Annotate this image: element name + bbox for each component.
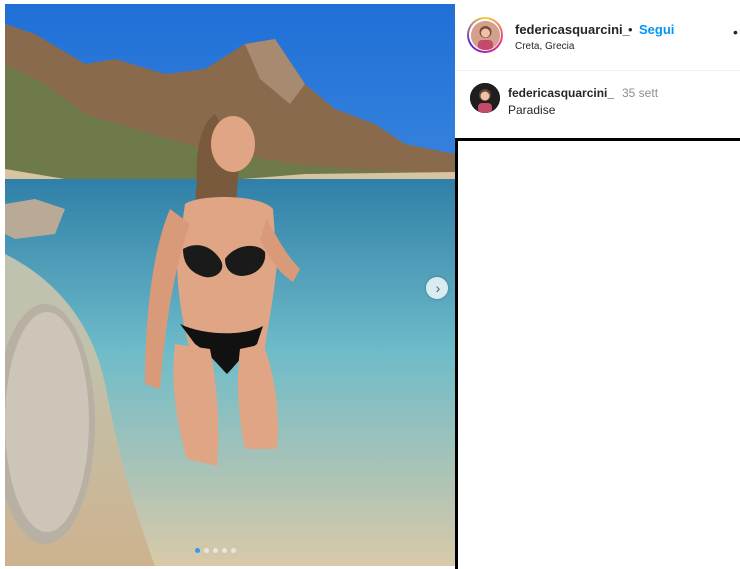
caption-comment: federicasquarcini_ 35 sett Paradise: [455, 71, 740, 139]
carousel-dot: [231, 548, 236, 553]
chevron-right-icon: ›: [435, 280, 441, 296]
carousel-dot: [222, 548, 227, 553]
carousel-dots: [195, 548, 236, 553]
profile-avatar[interactable]: [467, 17, 503, 53]
comment-text: Paradise: [508, 103, 556, 117]
person-photo-icon: [470, 83, 500, 113]
comment-username[interactable]: federicasquarcini_: [508, 86, 614, 100]
follow-button[interactable]: Segui: [639, 22, 674, 37]
more-options-icon[interactable]: •: [733, 24, 738, 40]
carousel-dot: [213, 548, 218, 553]
comment-avatar[interactable]: [470, 83, 500, 113]
post-location[interactable]: Creta, Grecia: [515, 41, 574, 52]
post-photo[interactable]: ›: [5, 4, 455, 566]
beach-photo-illustration: [5, 4, 455, 566]
comment-timestamp[interactable]: 35 sett: [622, 86, 658, 100]
carousel-dot: [204, 548, 209, 553]
empty-comments-area: [455, 138, 740, 569]
carousel-dot-active: [195, 548, 200, 553]
avatar-image: [470, 20, 500, 50]
person-photo-icon: [470, 20, 500, 50]
separator-dot: •: [628, 22, 633, 37]
post-header: federicasquarcini_ • Segui Creta, Grecia…: [455, 4, 740, 71]
post-username[interactable]: federicasquarcini_: [515, 22, 630, 37]
next-photo-button[interactable]: ›: [426, 277, 448, 299]
